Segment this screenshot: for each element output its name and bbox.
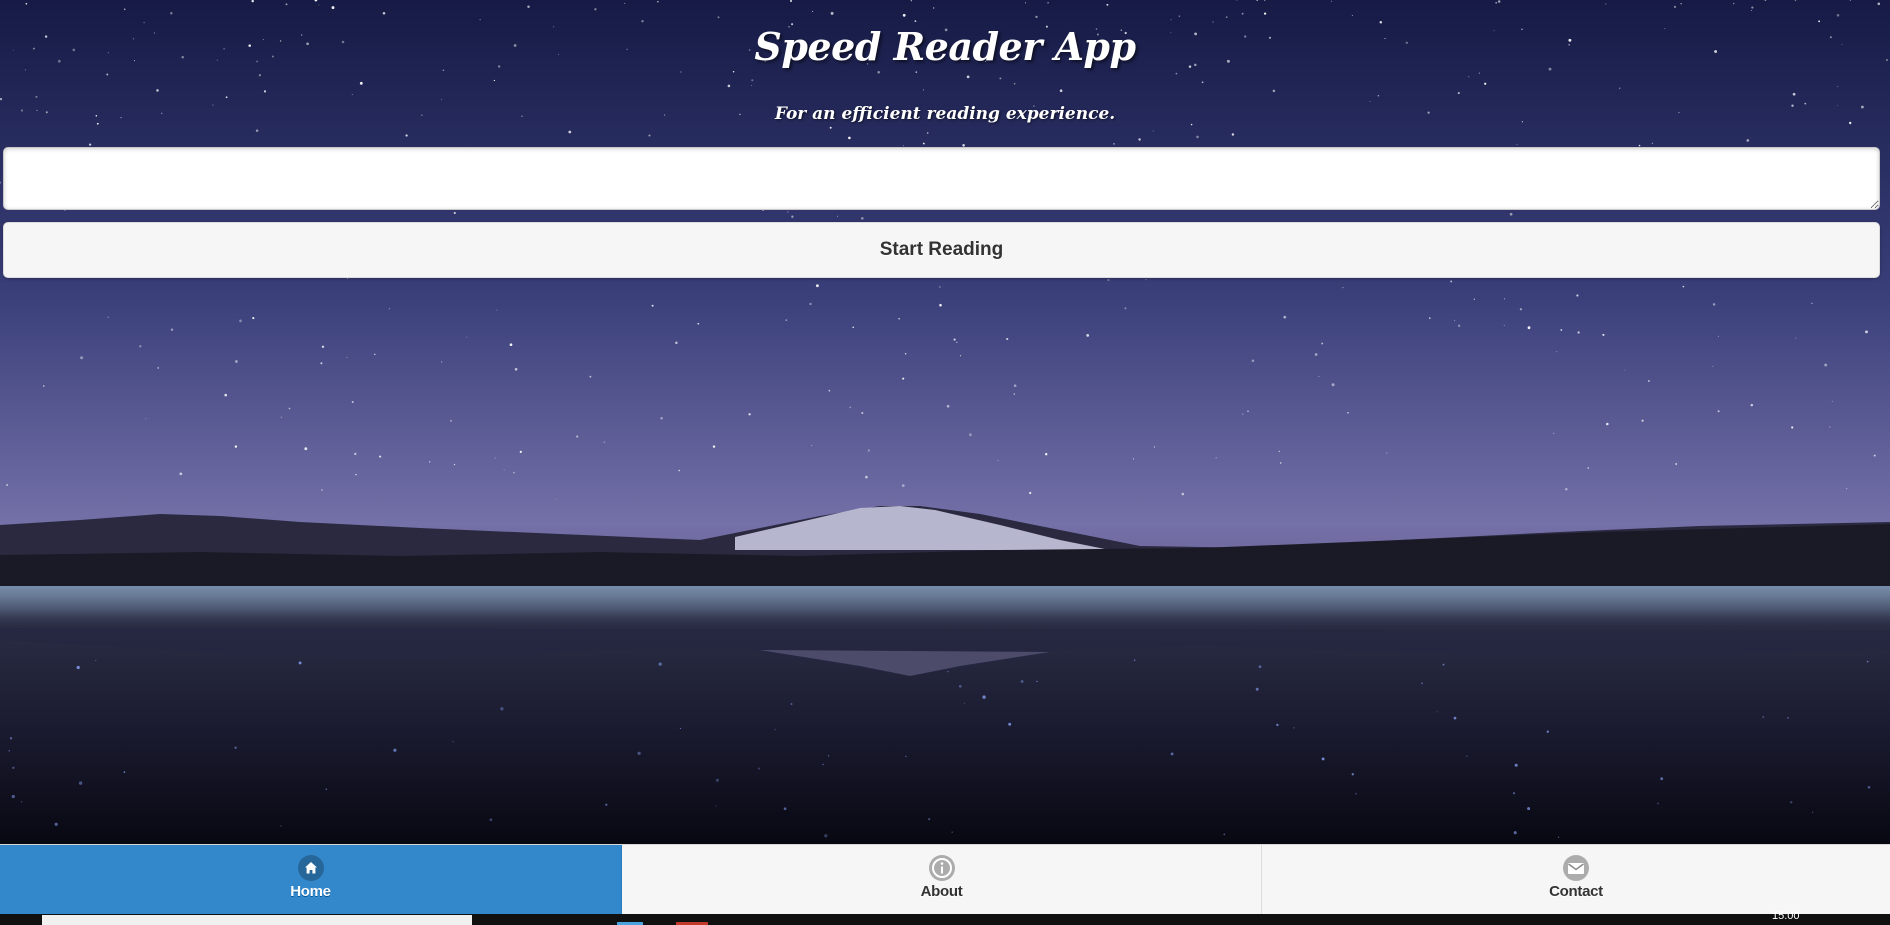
bottom-navbar: Home About Contact [0, 844, 1890, 915]
app-screen: Speed Reader App For an efficient readin… [0, 0, 1890, 925]
info-icon [928, 855, 955, 881]
nav-label-about: About [920, 883, 963, 900]
taskbar-clock: 15:00 [1772, 910, 1800, 922]
mail-icon [1563, 855, 1589, 881]
night-sky-background [0, 0, 1890, 845]
os-taskbar: 15:00 [0, 910, 1890, 925]
nav-item-about[interactable]: About [622, 845, 1262, 915]
home-icon [297, 855, 324, 881]
nav-item-contact[interactable]: Contact [1262, 845, 1890, 915]
nav-item-home[interactable]: Home [0, 845, 622, 915]
reading-text-input[interactable] [3, 147, 1880, 210]
app-title: Speed Reader App [754, 24, 1136, 69]
nav-label-contact: Contact [1549, 883, 1603, 900]
app-subtitle: For an efficient reading experience. [774, 104, 1116, 124]
taskbar-search-field[interactable] [42, 915, 472, 925]
nav-label-home: Home [290, 883, 331, 900]
start-reading-button[interactable]: Start Reading [3, 222, 1880, 278]
